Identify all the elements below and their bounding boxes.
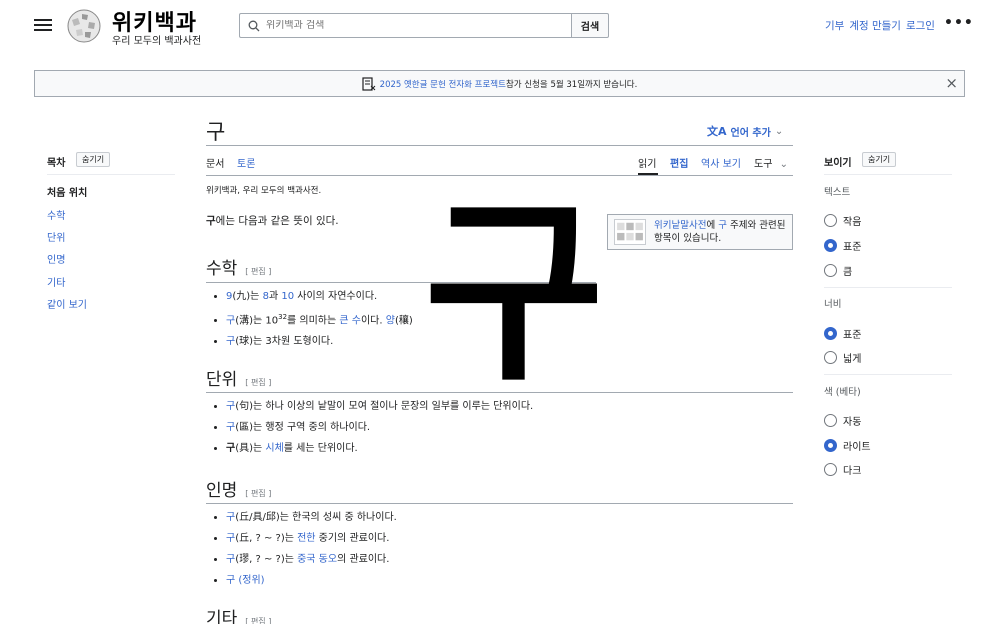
text-size-label: 텍스트	[824, 187, 851, 198]
width-label: 너비	[824, 299, 842, 310]
toc-hide-button[interactable]: 숨기기	[76, 152, 111, 167]
donate-link[interactable]: 기부	[825, 18, 844, 33]
site-subtitle: 위키백과, 우리 모두의 백과사전.	[206, 186, 322, 196]
color-auto-radio[interactable]: 자동	[824, 413, 861, 428]
chevron-down-icon: ⌄	[779, 159, 788, 170]
list-item: 구(璆, ? ~ ?)는 중국 동오의 관료이다.	[226, 549, 397, 570]
tab-read[interactable]: 읽기	[638, 155, 656, 170]
login-link[interactable]: 로그인	[906, 18, 935, 33]
search-field[interactable]	[239, 13, 572, 38]
divider	[206, 145, 793, 146]
toc-item-math[interactable]: 수학	[47, 207, 65, 222]
color-light-radio[interactable]: 라이트	[824, 438, 871, 453]
text-size-small-radio[interactable]: 작음	[824, 213, 861, 228]
intro-text: 구에는 다음과 같은 뜻이 있다.	[206, 215, 339, 227]
edit-section-link[interactable]: [ 편집 ]	[245, 377, 271, 388]
list-item: 구(區)는 행정 구역 중의 하나이다.	[226, 417, 533, 438]
appearance-hide-button[interactable]: 숨기기	[862, 152, 897, 167]
width-wide-radio[interactable]: 넓게	[824, 350, 861, 365]
more-options-button[interactable]: •••	[944, 15, 974, 31]
wikipedia-globe-logo[interactable]	[64, 8, 104, 44]
toc-item-top[interactable]: 처음 위치	[47, 184, 87, 199]
add-language-button[interactable]: 文A 언어 추가 ⌄	[707, 123, 783, 139]
tab-article[interactable]: 문서	[206, 155, 224, 170]
edit-section-link[interactable]: [ 편집 ]	[245, 488, 271, 499]
chevron-down-icon: ⌄	[774, 125, 784, 137]
appearance-title: 보이기	[824, 158, 852, 169]
radio-selected-icon	[824, 327, 837, 340]
wiktionary-word-link[interactable]: 구	[718, 220, 727, 231]
edit-section-link[interactable]: [ 편집 ]	[245, 266, 271, 277]
user-links: 기부 계정 만들기 로그인	[825, 18, 935, 33]
toc-title: 목차	[47, 158, 66, 169]
toc-item-person[interactable]: 인명	[47, 251, 65, 266]
search-icon	[248, 20, 260, 31]
divider	[206, 175, 793, 176]
hamburger-icon	[34, 19, 52, 21]
list-item: 구(丘/具/邱)는 한국의 성씨 중 하나이다.	[226, 507, 397, 528]
tab-edit[interactable]: 편집	[670, 155, 688, 170]
text-size-standard-radio[interactable]: 표준	[824, 238, 861, 253]
list-item: 구 (정위)	[226, 570, 397, 591]
width-standard-radio[interactable]: 표준	[824, 326, 861, 341]
divider	[47, 174, 175, 175]
list-item: 구(溝)는 1032를 의미하는 큰 수이다. 양(穰)	[226, 307, 413, 331]
radio-selected-icon	[824, 439, 837, 452]
translate-icon: 文A	[707, 125, 727, 138]
list-item: 구(丘, ? ~ ?)는 전한 중기의 관료이다.	[226, 528, 397, 549]
wiktionary-link[interactable]: 위키낱말사전	[654, 220, 706, 231]
edit-section-link[interactable]: [ 편집 ]	[245, 616, 271, 624]
create-account-link[interactable]: 계정 만들기	[849, 18, 901, 33]
divider	[824, 374, 952, 375]
divider	[824, 287, 952, 288]
active-tab-indicator	[638, 173, 658, 175]
radio-icon	[824, 351, 837, 364]
site-tagline: 우리 모두의 백과사전	[112, 36, 202, 47]
radio-icon	[824, 264, 837, 277]
radio-icon	[824, 414, 837, 427]
radio-icon	[824, 463, 837, 476]
page-title: 구	[206, 120, 226, 144]
toc-item-unit[interactable]: 단위	[47, 229, 65, 244]
radio-icon	[824, 214, 837, 227]
search-input[interactable]	[266, 20, 556, 31]
large-hangul-glyph: 구	[424, 180, 605, 408]
section-heading-unit: 단위 [ 편집 ]	[206, 370, 272, 390]
wiktionary-logo	[614, 219, 646, 245]
sister-project-box: 위키낱말사전에 구 주제와 관련된 항목이 있습니다.	[607, 214, 793, 250]
list-item: 구(球)는 3차원 도형이다.	[226, 331, 413, 352]
tab-talk[interactable]: 토론	[237, 155, 255, 170]
section-heading-math: 수학 [ 편집 ]	[206, 259, 272, 279]
math-list: 9(九)는 8과 10 사이의 자연수이다. 구(溝)는 1032를 의미하는 …	[226, 286, 413, 352]
sister-text: 위키낱말사전에 구 주제와 관련된 항목이 있습니다.	[654, 220, 786, 244]
toc-item-see-also[interactable]: 같이 보기	[47, 296, 87, 311]
toc-item-etc[interactable]: 기타	[47, 274, 65, 289]
tab-history[interactable]: 역사 보기	[701, 155, 741, 170]
search-button[interactable]: 검색	[571, 13, 609, 38]
text-size-large-radio[interactable]: 큼	[824, 263, 852, 278]
color-label: 색 (베타)	[824, 387, 861, 398]
list-item: 구(具)는 시체를 세는 단위이다.	[226, 438, 533, 459]
divider	[824, 174, 952, 175]
site-notice-banner: 2025 옛한글 문헌 전자화 프로젝트 참가 신청을 5월 31일까지 받습니…	[34, 70, 965, 97]
close-icon[interactable]: ×	[945, 74, 958, 92]
document-icon	[362, 76, 376, 91]
tab-tools[interactable]: 도구 ⌄	[754, 155, 788, 170]
section-heading-etc: 기타 [ 편집 ]	[206, 604, 271, 624]
banner-link[interactable]: 2025 옛한글 문헌 전자화 프로젝트	[380, 78, 506, 90]
person-list: 구(丘/具/邱)는 한국의 성씨 중 하나이다. 구(丘, ? ~ ?)는 전한…	[226, 507, 397, 591]
section-heading-person: 인명 [ 편집 ]	[206, 481, 272, 501]
divider	[206, 503, 793, 504]
banner-text: 참가 신청을 5월 31일까지 받습니다.	[505, 79, 638, 90]
radio-selected-icon	[824, 239, 837, 252]
list-item: 9(九)는 8과 10 사이의 자연수이다.	[226, 286, 413, 307]
color-dark-radio[interactable]: 다크	[824, 462, 861, 477]
main-menu-button[interactable]	[34, 16, 52, 34]
